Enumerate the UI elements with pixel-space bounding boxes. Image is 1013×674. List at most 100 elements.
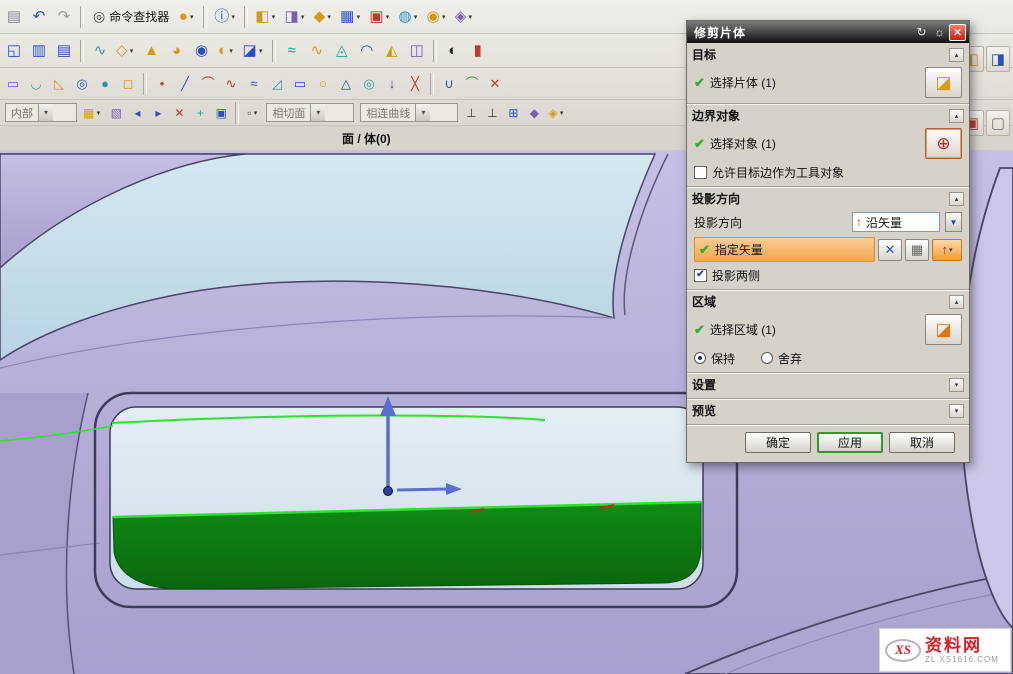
transform-icon[interactable]: ▣ [211,103,231,123]
redo-icon[interactable]: ↷ [52,4,76,30]
stop-at-intersection-icon[interactable]: ⊥ [461,103,481,123]
inferred-vector-icon[interactable]: ↑▾ [932,239,962,261]
dialog-title-bar[interactable]: 修剪片体 ↻ ☼ ✕ [687,21,969,43]
snap-options-icon[interactable]: ◈▾ [452,4,478,30]
snap-point-icon[interactable]: ◈▾ [545,103,568,123]
dropdown-caret-icon[interactable]: ▾ [257,47,265,55]
offset-surface-icon[interactable]: ◠ [355,38,379,64]
select-region-icon[interactable]: ◪ [925,314,962,345]
dropdown-caret-icon[interactable]: ▾ [251,109,259,117]
project-curve-icon[interactable]: ↓ [381,72,403,96]
revolve-icon[interactable]: ◕ [165,38,189,64]
rectangle-icon[interactable]: ▭ [289,72,311,96]
discard-radio[interactable] [761,352,773,364]
dropdown-caret-icon[interactable]: ▾ [412,13,420,21]
four-point-surface-icon[interactable]: ▭ [2,72,24,96]
resource-bar-icon[interactable]: ◨ [986,46,1010,72]
select-object-icon[interactable]: ⊕ [925,128,962,159]
chevron-down-icon[interactable]: ▾ [949,246,953,254]
chevron-down-icon[interactable]: ▾ [38,104,53,121]
dropdown-caret-icon[interactable]: ▾ [354,13,362,21]
chevron-down-icon[interactable]: ▼ [945,212,962,232]
apply-button[interactable]: 应用 [817,432,883,453]
object-display-icon[interactable]: ▣▾ [366,4,394,30]
dropdown-caret-icon[interactable]: ▾ [384,13,392,21]
join-curve-icon[interactable]: ∪ [438,72,460,96]
swept-icon[interactable]: ∿ [305,38,329,64]
circle-icon[interactable]: ○ [312,72,334,96]
selection-scope-combo[interactable]: 内部 ▾ [5,103,77,122]
object-color-icon[interactable]: ▧ [106,103,126,123]
back-icon[interactable]: ◂ [127,103,147,123]
collapse-boundary-icon[interactable]: ▴ [949,109,964,123]
studio-spline-icon[interactable]: ≈ [243,72,265,96]
close-icon[interactable]: ✕ [949,24,966,41]
profile-icon[interactable]: ◿ [266,72,288,96]
assembly-icon[interactable]: ▮ [466,38,490,64]
hole-icon[interactable]: ◉ [190,38,214,64]
point-icon[interactable]: • [151,72,173,96]
vector-constructor-icon[interactable]: ✕ [878,239,902,261]
dropdown-caret-icon[interactable]: ▾ [299,13,307,21]
reset-icon[interactable]: ↻ [913,24,930,41]
ruled-surface-icon[interactable]: ◺ [48,72,70,96]
sew-icon[interactable]: ◫ [405,38,429,64]
polygon-icon[interactable]: △ [335,72,357,96]
dropdown-caret-icon[interactable]: ▾ [466,13,474,21]
dropdown-caret-icon[interactable]: ▾ [188,13,196,21]
keep-radio[interactable] [694,352,706,364]
undo-icon[interactable]: ↶ [27,4,51,30]
window-mode-icon[interactable]: ▢ [986,110,1010,136]
through-curves-icon[interactable]: ≈ [280,38,304,64]
line-icon[interactable]: ╱ [174,72,196,96]
ok-button[interactable]: 确定 [745,432,811,453]
collapse-region-icon[interactable]: ▴ [949,295,964,309]
bounded-plane-icon[interactable]: ◻ [117,72,139,96]
marquee-select-icon[interactable]: ▫▾ [243,103,263,123]
window-split-icon[interactable]: ▦▾ [337,4,365,30]
arc-icon[interactable]: ⌒ [197,72,219,96]
new-window-icon[interactable]: ◱ [2,38,26,64]
tile-columns-icon[interactable]: ▥ [27,38,51,64]
tube-icon[interactable]: ◎ [71,72,93,96]
move-object-icon[interactable]: + [190,103,210,123]
spline-icon[interactable]: ∿ [220,72,242,96]
dropdown-caret-icon[interactable]: ▾ [558,109,566,117]
shaded-view-icon[interactable]: ◐ [441,38,465,64]
face-rule-combo[interactable]: 相切面 ▾ [266,103,354,122]
dropdown-caret-icon[interactable]: ▾ [128,47,136,55]
vector-dialog-icon[interactable]: ▦ [905,239,929,261]
paste-icon[interactable]: ▤ [2,4,26,30]
sketch-icon[interactable]: ∿ [88,38,112,64]
show-hide-icon[interactable]: ◍▾ [396,4,423,30]
delete-icon[interactable]: ✕ [169,103,189,123]
project-both-sides-checkbox[interactable]: ✔ [694,269,707,282]
render-style-icon[interactable]: ◨▾ [281,4,309,30]
dropdown-caret-icon[interactable]: ▾ [269,13,277,21]
chevron-down-icon[interactable]: ▾ [310,104,325,121]
follow-fillet-icon[interactable]: ⊥ [482,103,502,123]
allow-target-edges-checkbox[interactable] [694,166,707,179]
sheet-body-icon[interactable]: ◪ [925,67,962,98]
layer-settings-icon[interactable]: ▦▾ [80,103,105,123]
dropdown-caret-icon[interactable]: ▾ [229,13,237,21]
cancel-button[interactable]: 取消 [889,432,955,453]
curve-rule-combo[interactable]: 相连曲线 ▾ [360,103,458,122]
datum-display-icon[interactable]: ◆▾ [311,4,337,30]
sphere-icon[interactable]: ● [94,72,116,96]
tile-rows-icon[interactable]: ▤ [52,38,76,64]
material-sphere-icon[interactable]: ●▾ [175,4,199,30]
view-layout-icon[interactable]: ◧▾ [252,4,280,30]
forward-icon[interactable]: ▸ [148,103,168,123]
move-rotate-icon[interactable]: ◉▾ [424,4,451,30]
intersection-curve-icon[interactable]: ╳ [404,72,426,96]
offset-curve-icon[interactable]: ◎ [358,72,380,96]
bridge-curve-icon[interactable]: ⌒ [461,72,483,96]
dropdown-caret-icon[interactable]: ▾ [325,13,333,21]
vector-origin-point[interactable] [384,487,393,496]
datum-plane-icon[interactable]: ◇▾ [113,38,139,64]
collapse-target-icon[interactable]: ▴ [949,48,964,62]
collapse-projection-icon[interactable]: ▴ [949,192,964,206]
chevron-down-icon[interactable]: ▾ [415,104,430,121]
thicken-icon[interactable]: ◭ [380,38,404,64]
